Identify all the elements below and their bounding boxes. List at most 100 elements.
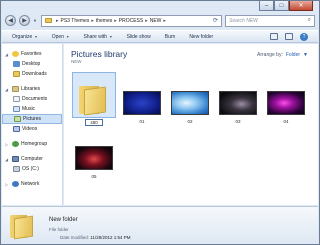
share-with-label: Share with	[83, 33, 108, 40]
nav-item-videos[interactable]: Videos	[2, 124, 62, 134]
caption-buttons: – □ ✕	[259, 1, 313, 12]
new-folder-button[interactable]: New folder	[189, 34, 213, 40]
nav-label: Documents	[22, 96, 48, 102]
nav-item-os-drive[interactable]: OS (C:)	[2, 164, 62, 174]
file-label: 03	[235, 119, 241, 124]
thumb-frame	[72, 72, 116, 118]
details-modified-value: 11/28/2012 1:54 PM	[90, 235, 131, 240]
arrange-dropdown[interactable]: Folder	[286, 52, 300, 58]
breadcrumb-separator[interactable]: ▸	[91, 18, 94, 24]
close-button[interactable]: ✕	[289, 1, 313, 11]
nav-item-downloads[interactable]: Downloads	[2, 69, 62, 79]
desktop-icon	[13, 61, 20, 67]
forward-arrow-icon: ▶	[22, 18, 27, 24]
file-item[interactable]: 03	[216, 72, 260, 124]
file-item[interactable]: 480	[72, 72, 116, 126]
chevron-right-icon[interactable]: ▷	[5, 182, 10, 187]
help-icon[interactable]: ?	[300, 32, 308, 41]
file-item[interactable]: 05	[72, 127, 116, 179]
nav-label: Desktop	[22, 61, 41, 67]
minimize-button[interactable]: –	[259, 1, 274, 11]
homegroup-icon	[12, 141, 19, 147]
folder-icon	[10, 213, 36, 240]
file-label: 02	[187, 119, 193, 124]
image-thumbnail	[171, 91, 209, 115]
image-thumbnail	[75, 146, 113, 170]
documents-icon	[13, 96, 20, 102]
breadcrumb-separator[interactable]: ▸	[114, 18, 117, 24]
library-subtitle: NEW	[71, 59, 82, 64]
nav-item-homegroup[interactable]: ▷ Homegroup	[2, 139, 62, 149]
chevron-down-icon[interactable]: ◢	[5, 157, 10, 162]
organize-button[interactable]: Organize ▼	[12, 34, 38, 40]
details-modified-label: Date modified:	[60, 235, 90, 240]
nav-item-music[interactable]: Music	[2, 104, 62, 114]
thumb-frame	[216, 72, 260, 118]
new-folder-label: New folder	[189, 33, 214, 40]
slide-show-button[interactable]: Slide show	[127, 34, 151, 40]
folder-icon	[79, 84, 109, 116]
image-thumbnail	[123, 91, 161, 115]
chevron-down-icon[interactable]: ◢	[5, 52, 10, 57]
breadcrumb-separator[interactable]: ▸	[163, 18, 166, 24]
downloads-icon	[13, 71, 20, 77]
preview-pane-icon[interactable]	[285, 33, 293, 40]
nav-item-libraries[interactable]: ◢ Libraries	[2, 84, 62, 94]
chevron-down-icon: ▼	[34, 34, 38, 39]
thumb-frame	[72, 127, 116, 173]
file-item[interactable]: 01	[120, 72, 164, 124]
change-view-icon[interactable]	[270, 33, 278, 40]
rename-input[interactable]: 480	[85, 119, 103, 126]
slide-show-label: Slide show	[126, 33, 151, 40]
burn-button[interactable]: Burn	[165, 34, 176, 40]
refresh-icon[interactable]: ⟳	[213, 17, 218, 24]
nav-label: Pictures	[23, 116, 42, 122]
command-bar: Organize ▼ Open ▼ Share with ▼ Slide show B…	[2, 30, 318, 43]
file-label: 05	[91, 174, 97, 179]
search-input[interactable]: Search NEW ⌕	[225, 14, 315, 27]
chevron-right-icon[interactable]: ▷	[5, 142, 10, 147]
details-name: New folder	[49, 217, 78, 223]
file-item[interactable]: 04	[264, 72, 308, 124]
file-item[interactable]: 02	[168, 72, 212, 124]
address-bar[interactable]: ▸ PS3 Themes ▸ themes ▸ PROCESS ▸ NEW ▸ …	[41, 14, 222, 27]
open-button[interactable]: Open ▼	[52, 34, 70, 40]
nav-item-desktop[interactable]: Desktop	[2, 59, 62, 69]
burn-label: Burn	[164, 33, 176, 40]
details-type: File folder	[49, 227, 69, 232]
breadcrumb-separator[interactable]: ▸	[145, 18, 148, 24]
breadcrumb-themes[interactable]: themes	[96, 18, 112, 24]
maximize-button[interactable]: □	[274, 1, 289, 11]
breadcrumb-new[interactable]: NEW	[150, 18, 162, 24]
thumb-frame	[168, 72, 212, 118]
nav-item-favorites[interactable]: ◢ Favorites	[2, 49, 62, 59]
nav-item-network[interactable]: ▷ Network	[2, 179, 62, 189]
library-title: Pictures library	[71, 49, 128, 59]
search-placeholder: Search NEW	[229, 17, 258, 24]
nav-item-pictures[interactable]: Pictures	[2, 114, 62, 124]
recent-pages-dropdown[interactable]: ▼	[33, 18, 38, 23]
nav-label: Network	[21, 181, 40, 187]
chevron-down-icon[interactable]: ◢	[5, 87, 10, 92]
nav-label: Computer	[21, 156, 43, 162]
open-label: Open	[51, 33, 64, 40]
thumb-frame	[264, 72, 308, 118]
back-button[interactable]: ◀	[5, 15, 16, 26]
chevron-down-icon: ▼	[66, 34, 70, 39]
chevron-down-icon[interactable]: ▼	[303, 52, 308, 58]
details-modified: Date modified: 11/28/2012 1:54 PM	[60, 235, 130, 240]
breadcrumb-separator[interactable]: ▸	[56, 18, 59, 24]
forward-button[interactable]: ▶	[19, 15, 30, 26]
nav-label: Libraries	[21, 86, 41, 92]
search-icon[interactable]: ⌕	[308, 17, 311, 24]
image-thumbnail	[219, 91, 257, 115]
file-list: Pictures library NEW Arrange by: Folder …	[64, 44, 318, 205]
breadcrumb-ps3-themes[interactable]: PS3 Themes	[61, 18, 90, 24]
nav-item-documents[interactable]: Documents	[2, 94, 62, 104]
address-row: ◀ ▶ ▼ ▸ PS3 Themes ▸ themes ▸ PROCESS ▸ …	[5, 13, 315, 28]
share-with-button[interactable]: Share with ▼	[83, 34, 112, 40]
nav-item-computer[interactable]: ◢ Computer	[2, 154, 62, 164]
breadcrumb-process[interactable]: PROCESS	[119, 18, 143, 24]
drive-icon	[13, 166, 20, 172]
nav-label: OS (C:)	[22, 166, 39, 172]
